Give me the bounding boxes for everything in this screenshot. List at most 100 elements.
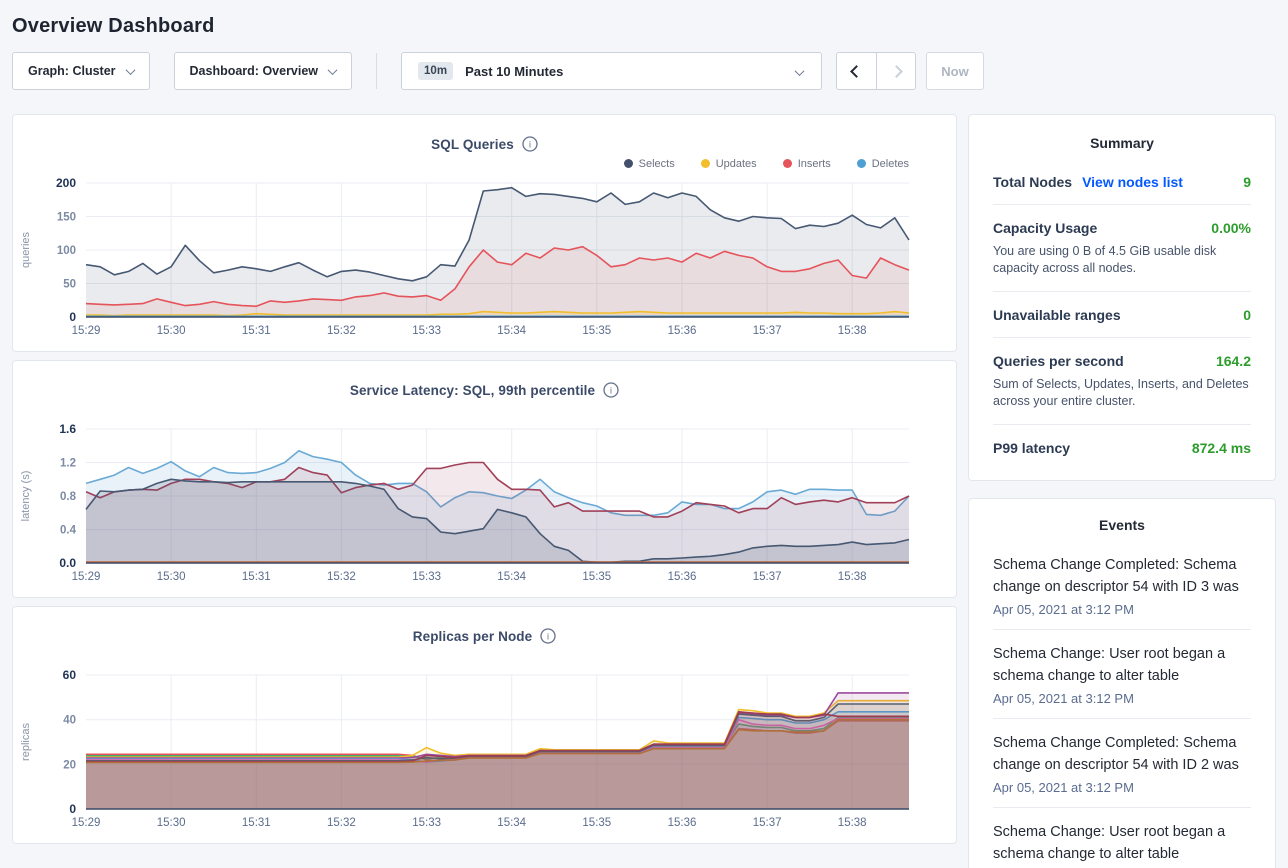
svg-text:0: 0 — [69, 310, 76, 324]
svg-text:replicas: replicas — [20, 723, 32, 761]
legend-item[interactable]: Deletes — [857, 158, 909, 170]
event-timestamp: Apr 05, 2021 at 3:12 PM — [993, 691, 1251, 706]
legend-item[interactable]: Inserts — [783, 158, 831, 170]
svg-text:15:35: 15:35 — [582, 325, 611, 337]
summary-row-total-nodes: Total Nodes View nodes list 9 — [993, 159, 1251, 205]
svg-text:15:31: 15:31 — [242, 817, 271, 829]
total-nodes-value: 9 — [1243, 174, 1251, 190]
svg-text:15:37: 15:37 — [753, 817, 782, 829]
service-latency-plot[interactable]: 1.61.20.80.40.015:2915:3015:3115:3215:33… — [13, 419, 956, 595]
summary-row-qps: Queries per second 164.2 Sum of Selects,… — [993, 338, 1251, 425]
events-title: Events — [993, 517, 1251, 533]
unavailable-ranges-value: 0 — [1243, 307, 1251, 323]
time-next-button[interactable] — [876, 53, 915, 89]
legend-dot-icon — [624, 159, 633, 168]
legend-item[interactable]: Selects — [624, 158, 675, 170]
chevron-down-icon — [125, 65, 135, 75]
legend-item[interactable]: Updates — [701, 158, 757, 170]
svg-text:1.6: 1.6 — [59, 422, 76, 436]
sql-legend: Selects Updates Inserts Deletes — [13, 154, 956, 173]
svg-text:queries: queries — [20, 231, 32, 268]
chart-card-replicas-per-node: Replicas per Node i 604020015:2915:3015:… — [12, 606, 957, 844]
svg-text:15:38: 15:38 — [838, 325, 867, 337]
legend-label: Inserts — [798, 158, 831, 170]
time-range-picker[interactable]: 10m Past 10 Minutes — [401, 52, 822, 90]
svg-text:15:36: 15:36 — [668, 817, 697, 829]
p99-latency-label: P99 latency — [993, 440, 1070, 456]
info-icon[interactable]: i — [522, 136, 538, 152]
svg-text:15:38: 15:38 — [838, 817, 867, 829]
chart-title: Service Latency: SQL, 99th percentile — [350, 383, 595, 398]
svg-text:15:29: 15:29 — [72, 571, 101, 583]
time-prev-button[interactable] — [837, 53, 876, 89]
svg-text:150: 150 — [57, 212, 76, 224]
total-nodes-label: Total Nodes — [993, 174, 1072, 190]
legend-label: Deletes — [872, 158, 909, 170]
svg-text:latency (s): latency (s) — [20, 471, 32, 522]
event-item[interactable]: Schema Change: User root began a schema … — [993, 807, 1251, 868]
svg-text:i: i — [610, 386, 612, 396]
time-nav-group — [836, 52, 916, 90]
svg-text:15:30: 15:30 — [157, 325, 186, 337]
svg-text:50: 50 — [63, 279, 76, 291]
svg-text:1.2: 1.2 — [60, 458, 76, 470]
svg-text:15:29: 15:29 — [72, 325, 101, 337]
svg-text:15:33: 15:33 — [412, 817, 441, 829]
dashboard-dropdown[interactable]: Dashboard: Overview — [174, 52, 353, 90]
info-icon[interactable]: i — [540, 628, 556, 644]
summary-panel: Summary Total Nodes View nodes list 9 Ca… — [968, 114, 1276, 481]
svg-text:15:30: 15:30 — [157, 571, 186, 583]
svg-text:15:37: 15:37 — [753, 571, 782, 583]
svg-text:15:30: 15:30 — [157, 817, 186, 829]
event-item[interactable]: Schema Change Completed: Schema change o… — [993, 718, 1251, 807]
svg-text:15:38: 15:38 — [838, 571, 867, 583]
legend-dot-icon — [783, 159, 792, 168]
event-text: Schema Change Completed: Schema change o… — [993, 554, 1251, 598]
capacity-label: Capacity Usage — [993, 220, 1097, 236]
chevron-down-icon — [328, 65, 338, 75]
svg-text:15:34: 15:34 — [497, 325, 526, 337]
legend-label: Updates — [716, 158, 757, 170]
page-title: Overview Dashboard — [12, 0, 1276, 52]
view-nodes-list-link[interactable]: View nodes list — [1082, 174, 1183, 190]
capacity-value: 0.00% — [1211, 220, 1251, 236]
svg-text:i: i — [529, 140, 531, 150]
chart-title: SQL Queries — [431, 137, 514, 152]
capacity-desc: You are using 0 B of 4.5 GiB usable disk… — [993, 243, 1251, 277]
graph-scope-label: Graph: Cluster — [28, 64, 116, 78]
summary-row-unavailable: Unavailable ranges 0 — [993, 292, 1251, 338]
summary-row-p99: P99 latency 872.4 ms — [993, 425, 1251, 460]
sql-queries-plot[interactable]: 20015010050015:2915:3015:3115:3215:3315:… — [13, 173, 956, 349]
svg-text:15:29: 15:29 — [72, 817, 101, 829]
chart-header: SQL Queries i — [13, 115, 956, 154]
svg-text:15:35: 15:35 — [582, 817, 611, 829]
svg-text:15:31: 15:31 — [242, 325, 271, 337]
p99-latency-value: 872.4 ms — [1192, 440, 1251, 456]
replicas-per-node-plot[interactable]: 604020015:2915:3015:3115:3215:3315:3415:… — [13, 665, 956, 841]
events-panel: Events Schema Change Completed: Schema c… — [968, 498, 1276, 868]
dashboard-label: Dashboard: Overview — [190, 64, 319, 78]
now-button[interactable]: Now — [926, 52, 984, 90]
svg-text:40: 40 — [63, 715, 76, 727]
svg-text:0.0: 0.0 — [59, 556, 76, 570]
svg-text:15:35: 15:35 — [582, 571, 611, 583]
qps-label: Queries per second — [993, 353, 1124, 369]
qps-desc: Sum of Selects, Updates, Inserts, and De… — [993, 376, 1251, 410]
info-icon[interactable]: i — [603, 382, 619, 398]
svg-text:0.4: 0.4 — [60, 525, 77, 537]
legend-dot-icon — [701, 159, 710, 168]
svg-text:0: 0 — [69, 802, 76, 816]
legend-dot-icon — [857, 159, 866, 168]
event-text: Schema Change: User root began a schema … — [993, 821, 1251, 865]
svg-text:15:33: 15:33 — [412, 571, 441, 583]
content: SQL Queries i Selects Updates Inserts Delet… — [12, 114, 1276, 868]
legend-spacer — [13, 646, 956, 665]
graph-scope-dropdown[interactable]: Graph: Cluster — [12, 52, 150, 90]
toolbar-divider — [376, 53, 377, 89]
svg-text:15:32: 15:32 — [327, 325, 356, 337]
svg-text:15:32: 15:32 — [327, 817, 356, 829]
svg-text:15:33: 15:33 — [412, 325, 441, 337]
svg-text:15:36: 15:36 — [668, 571, 697, 583]
event-item[interactable]: Schema Change Completed: Schema change o… — [993, 541, 1251, 629]
event-item[interactable]: Schema Change: User root began a schema … — [993, 629, 1251, 718]
